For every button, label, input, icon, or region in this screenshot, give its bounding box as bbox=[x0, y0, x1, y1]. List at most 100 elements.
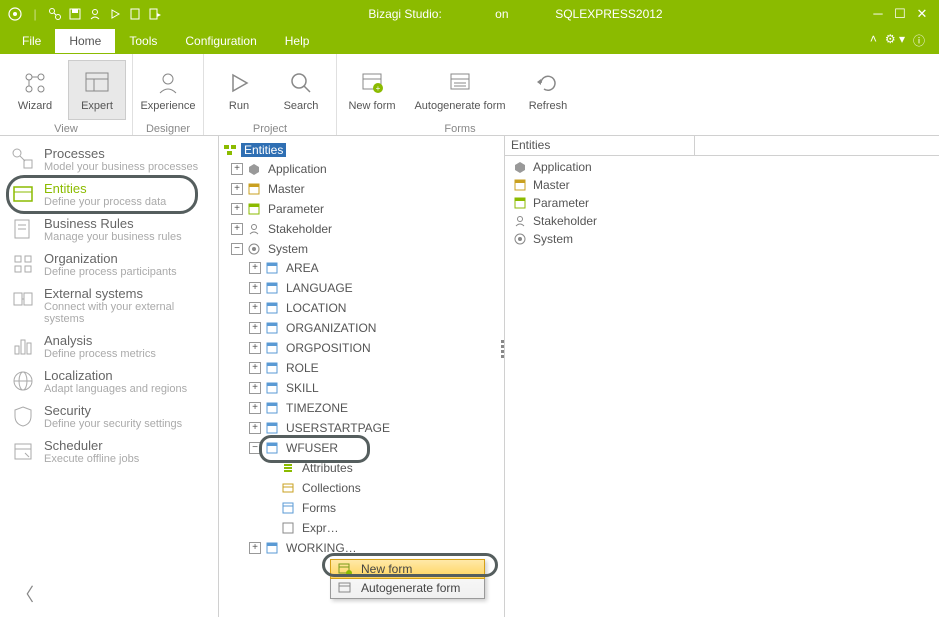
menu-configuration[interactable]: Configuration bbox=[171, 29, 270, 53]
tree-item[interactable]: Collections bbox=[299, 481, 364, 495]
external-icon bbox=[10, 286, 36, 312]
table-icon bbox=[265, 441, 279, 455]
tree-item[interactable]: LANGUAGE bbox=[283, 281, 356, 295]
maximize-button[interactable]: ☐ bbox=[891, 5, 909, 23]
expand-toggle[interactable]: + bbox=[249, 362, 261, 374]
tree-item[interactable]: WFUSER bbox=[283, 441, 341, 455]
expand-toggle[interactable]: + bbox=[249, 262, 261, 274]
close-button[interactable]: ✕ bbox=[913, 5, 931, 23]
divider: | bbox=[26, 5, 44, 23]
list-item[interactable]: System bbox=[509, 230, 935, 248]
context-autogenerate-form[interactable]: Autogenerate form bbox=[331, 578, 484, 598]
tree-item[interactable]: Stakeholder bbox=[265, 222, 335, 236]
experience-button[interactable]: Experience bbox=[139, 60, 197, 120]
autogenerate-form-button[interactable]: Autogenerate form bbox=[405, 60, 515, 120]
collapse-toggle[interactable]: − bbox=[249, 442, 261, 454]
table-icon bbox=[265, 401, 279, 415]
document-play-icon[interactable] bbox=[146, 5, 164, 23]
diagram-icon[interactable] bbox=[46, 5, 64, 23]
titlebar: | Bizagi Studio: on SQLEXPRESS2012 ─ ☐ ✕ bbox=[0, 0, 939, 27]
sidebar-item-organization[interactable]: OrganizationDefine process participants bbox=[0, 247, 218, 282]
new-form-button[interactable]: + New form bbox=[343, 60, 401, 120]
tree-root[interactable]: Entities bbox=[241, 143, 286, 157]
tree-item[interactable]: LOCATION bbox=[283, 301, 349, 315]
globe-icon bbox=[10, 368, 36, 394]
tree-item[interactable]: AREA bbox=[283, 261, 322, 275]
entities-root-icon bbox=[223, 143, 237, 157]
tree-item[interactable]: SKILL bbox=[283, 381, 322, 395]
tree-item[interactable]: ORGPOSITION bbox=[283, 341, 374, 355]
table-icon bbox=[265, 301, 279, 315]
splitter-handle[interactable] bbox=[501, 340, 507, 358]
save-icon[interactable] bbox=[66, 5, 84, 23]
collapse-toggle[interactable]: − bbox=[231, 243, 243, 255]
tree-item[interactable]: ORGANIZATION bbox=[283, 321, 379, 335]
tree-item[interactable]: ROLE bbox=[283, 361, 322, 375]
tree-item[interactable]: Master bbox=[265, 182, 308, 196]
tree-item[interactable]: Forms bbox=[299, 501, 339, 515]
document-icon[interactable] bbox=[126, 5, 144, 23]
tree-item[interactable]: USERSTARTPAGE bbox=[283, 421, 393, 435]
ribbon: Wizard Expert View Experience Designer R… bbox=[0, 54, 939, 136]
bizagi-logo-icon[interactable] bbox=[6, 5, 24, 23]
sidebar-item-scheduler[interactable]: SchedulerExecute offline jobs bbox=[0, 434, 218, 469]
expand-toggle[interactable]: + bbox=[231, 183, 243, 195]
sidebar-item-entities[interactable]: EntitiesDefine your process data bbox=[0, 177, 218, 212]
tree-item[interactable]: Parameter bbox=[265, 202, 327, 216]
tree-item[interactable]: System bbox=[265, 242, 311, 256]
play-icon[interactable] bbox=[106, 5, 124, 23]
attributes-icon bbox=[281, 461, 295, 475]
search-button[interactable]: Search bbox=[272, 60, 330, 120]
expand-toggle[interactable]: + bbox=[249, 422, 261, 434]
list-item[interactable]: Parameter bbox=[509, 194, 935, 212]
menubar: File Home Tools Configuration Help ˄ ⚙ ▾… bbox=[0, 27, 939, 54]
sidebar-item-analysis[interactable]: AnalysisDefine process metrics bbox=[0, 329, 218, 364]
settings-gear-icon[interactable]: ⚙ ▾ bbox=[885, 32, 905, 49]
stakeholder-icon bbox=[513, 214, 527, 228]
tree-item[interactable]: TIMEZONE bbox=[283, 401, 351, 415]
cube-icon bbox=[247, 162, 261, 176]
table-icon bbox=[265, 261, 279, 275]
master-icon bbox=[513, 178, 527, 192]
expand-toggle[interactable]: + bbox=[249, 322, 261, 334]
menu-tools[interactable]: Tools bbox=[115, 29, 171, 53]
sidebar-item-business-rules[interactable]: Business RulesManage your business rules bbox=[0, 212, 218, 247]
menu-home[interactable]: Home bbox=[55, 29, 115, 53]
expand-toggle[interactable]: + bbox=[231, 203, 243, 215]
wizard-button[interactable]: Wizard bbox=[6, 60, 64, 120]
tree-item[interactable]: Expr… bbox=[299, 521, 342, 535]
back-button[interactable]: 〈 bbox=[16, 581, 34, 607]
expand-toggle[interactable]: + bbox=[231, 163, 243, 175]
context-new-form[interactable]: New form bbox=[330, 559, 485, 579]
sidebar-item-processes[interactable]: ProcessesModel your business processes bbox=[0, 142, 218, 177]
expand-toggle[interactable]: + bbox=[249, 402, 261, 414]
expand-toggle[interactable]: + bbox=[231, 223, 243, 235]
expand-toggle[interactable]: + bbox=[249, 282, 261, 294]
run-button[interactable]: Run bbox=[210, 60, 268, 120]
tree-item[interactable]: WORKING… bbox=[283, 541, 360, 555]
table-icon bbox=[265, 361, 279, 375]
workspace: ProcessesModel your business processes E… bbox=[0, 136, 939, 617]
collapse-ribbon-icon[interactable]: ˄ bbox=[870, 32, 877, 49]
menu-file[interactable]: File bbox=[8, 29, 55, 53]
list-item[interactable]: Stakeholder bbox=[509, 212, 935, 230]
list-item[interactable]: Master bbox=[509, 176, 935, 194]
expand-toggle[interactable]: + bbox=[249, 382, 261, 394]
tree-item[interactable]: Application bbox=[265, 162, 330, 176]
expand-toggle[interactable]: + bbox=[249, 302, 261, 314]
sidebar-item-external-systems[interactable]: External systemsConnect with your extern… bbox=[0, 282, 218, 329]
expand-toggle[interactable]: + bbox=[249, 542, 261, 554]
refresh-button[interactable]: Refresh bbox=[519, 60, 577, 120]
expert-button[interactable]: Expert bbox=[68, 60, 126, 120]
tree-item[interactable]: Attributes bbox=[299, 461, 356, 475]
menu-help[interactable]: Help bbox=[271, 29, 324, 53]
user-icon[interactable] bbox=[86, 5, 104, 23]
sidebar-item-security[interactable]: SecurityDefine your security settings bbox=[0, 399, 218, 434]
list-item[interactable]: Application bbox=[509, 158, 935, 176]
expand-toggle[interactable]: + bbox=[249, 342, 261, 354]
help-icon[interactable]: ⓘ bbox=[913, 32, 925, 49]
refresh-icon bbox=[533, 68, 563, 98]
right-header: Entities bbox=[505, 136, 939, 156]
minimize-button[interactable]: ─ bbox=[869, 5, 887, 23]
sidebar-item-localization[interactable]: LocalizationAdapt languages and regions bbox=[0, 364, 218, 399]
